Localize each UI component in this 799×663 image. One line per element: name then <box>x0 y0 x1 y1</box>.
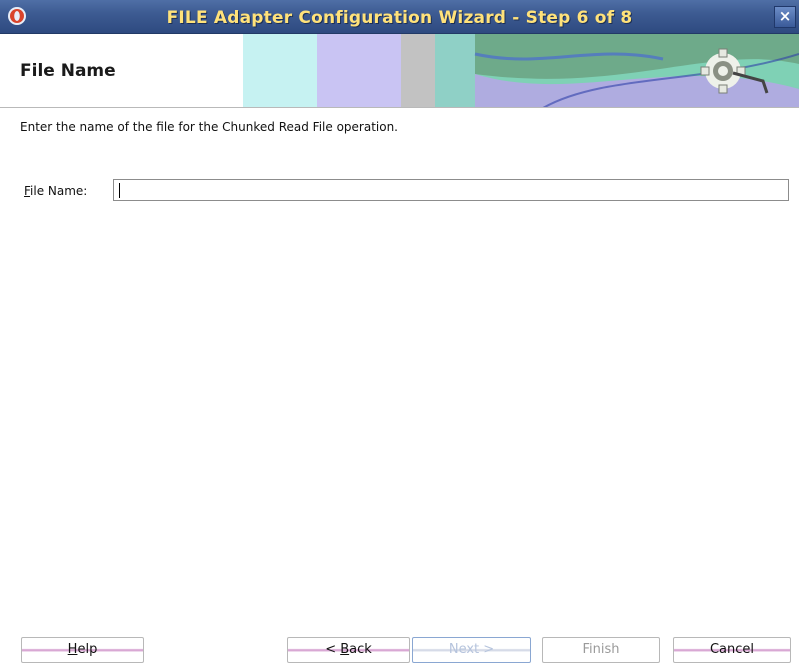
help-button[interactable]: Help <box>21 637 144 663</box>
title-bar: FILE Adapter Configuration Wizard - Step… <box>0 0 799 34</box>
back-prefix: < <box>325 642 341 657</box>
instruction-text: Enter the name of the file for the Chunk… <box>20 120 398 134</box>
finish-button[interactable]: Finish <box>542 637 660 663</box>
cancel-button[interactable]: Cancel <box>673 637 791 663</box>
close-button[interactable]: × <box>774 6 796 28</box>
file-name-label: File Name: <box>24 184 87 198</box>
help-mnemonic: H <box>67 642 78 657</box>
file-name-label-text: ile Name: <box>30 184 88 198</box>
help-label: elp <box>77 642 98 657</box>
wizard-header: File Name <box>0 34 799 108</box>
next-label: Next > <box>448 642 495 657</box>
file-name-input[interactable] <box>113 179 789 201</box>
window-title: FILE Adapter Configuration Wizard - Step… <box>166 8 633 28</box>
header-banner-graphic <box>243 34 799 108</box>
page-title: File Name <box>20 61 116 81</box>
cancel-label: Cancel <box>709 642 755 657</box>
back-mnemonic: B <box>340 642 350 657</box>
close-icon: × <box>778 7 792 25</box>
header-divider <box>0 107 799 108</box>
text-caret <box>119 183 120 198</box>
back-label: ack <box>349 642 372 657</box>
next-button[interactable]: Next > <box>412 637 531 663</box>
back-button[interactable]: < Back <box>287 637 410 663</box>
finish-label: Finish <box>582 642 620 657</box>
